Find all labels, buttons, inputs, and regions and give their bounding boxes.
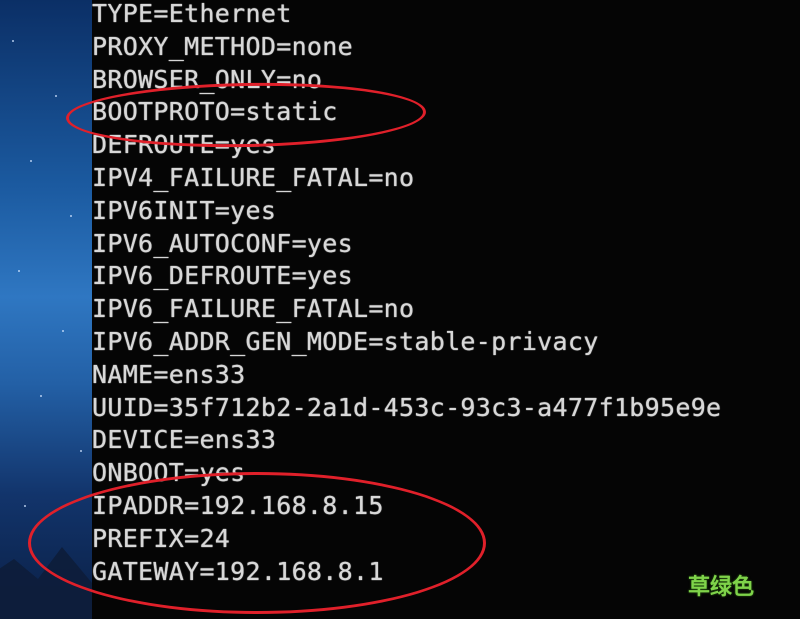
- config-line-ipv6-defroute: IPV6_DEFROUTE=yes: [92, 261, 353, 291]
- config-file-content: TYPE=Ethernet PROXY_METHOD=none BROWSER_ON…: [92, 0, 721, 588]
- config-line-ipaddr: IPADDR=192.168.8.15: [92, 490, 384, 520]
- config-line-ipv4-failure-fatal: IPV4_FAILURE_FATAL=no: [92, 162, 415, 192]
- config-line-uuid: UUID=35f712b2-2a1d-453c-93c3-a477f1b95e9…: [92, 392, 722, 422]
- config-line-ipv6-failure-fatal: IPV6_FAILURE_FATAL=no: [92, 294, 415, 324]
- mountain-silhouette: [0, 547, 92, 619]
- config-line-ipv6init: IPV6INIT=yes: [92, 195, 277, 225]
- config-line-ipv6-addr-gen-mode: IPV6_ADDR_GEN_MODE=stable-privacy: [92, 326, 599, 356]
- screenshot: TYPE=Ethernet PROXY_METHOD=none BROWSER_ON…: [0, 0, 800, 619]
- config-line-bootproto: BOOTPROTO=static: [92, 97, 338, 127]
- config-line-type: TYPE=Ethernet: [92, 0, 292, 28]
- terminal-window[interactable]: TYPE=Ethernet PROXY_METHOD=none BROWSER_ON…: [92, 0, 800, 619]
- config-line-onboot: ONBOOT=yes: [92, 458, 246, 488]
- config-line-gateway: GATEWAY=192.168.8.1: [92, 556, 384, 586]
- config-line-browser-only: BROWSER_ONLY=no: [92, 64, 323, 94]
- watermark: 草绿色: [687, 575, 754, 600]
- config-line-ipv6-autoconf: IPV6_AUTOCONF=yes: [92, 228, 353, 258]
- config-line-proxy-method: PROXY_METHOD=none: [92, 31, 353, 61]
- config-line-prefix: PREFIX=24: [92, 523, 231, 553]
- config-line-device: DEVICE=ens33: [92, 425, 277, 455]
- config-line-defroute: DEFROUTE=yes: [92, 130, 277, 160]
- config-line-name: NAME=ens33: [92, 359, 246, 389]
- desktop-background: [0, 0, 92, 619]
